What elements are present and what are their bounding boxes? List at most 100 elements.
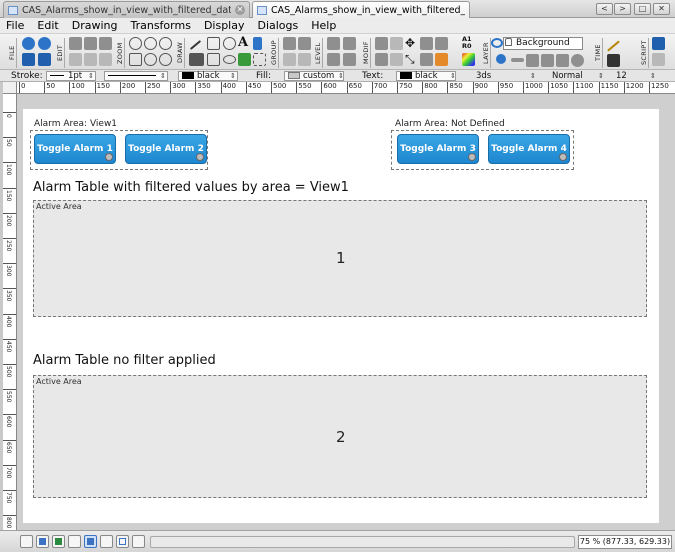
zoom-fit-icon[interactable] xyxy=(159,37,172,50)
mirror-icon[interactable] xyxy=(420,53,433,66)
layer-bottom-icon[interactable] xyxy=(556,54,569,67)
menu-drawing[interactable]: Drawing xyxy=(72,19,118,32)
alarm-table-1[interactable]: Active Area 1 xyxy=(33,200,647,317)
save-icon[interactable] xyxy=(22,53,35,66)
close-window-button[interactable]: ✕ xyxy=(653,3,670,15)
stepper-icon[interactable]: ⇕ xyxy=(230,71,236,81)
scroll-right-button[interactable]: > xyxy=(614,3,631,15)
ungroup-icon[interactable] xyxy=(298,37,311,50)
layer-select[interactable]: Background xyxy=(503,37,583,50)
trend-tool-icon[interactable] xyxy=(238,53,251,66)
angle-icon[interactable] xyxy=(100,535,113,548)
fill-color-select[interactable]: custom xyxy=(284,71,344,81)
stepper-icon[interactable]: ⇕ xyxy=(160,71,166,81)
grid-icon[interactable] xyxy=(68,535,81,548)
paste-icon[interactable] xyxy=(99,37,112,50)
tab-cas-alarms[interactable]: CAS_Alarms_show_in_view_with_filtered_da… xyxy=(3,1,250,18)
layer-remove-icon[interactable] xyxy=(511,58,524,62)
script-icon[interactable] xyxy=(652,37,665,50)
delete-icon[interactable] xyxy=(99,53,112,66)
zoom-area-icon[interactable] xyxy=(129,53,142,66)
font-size-select[interactable]: 12 xyxy=(612,71,644,81)
horizontal-scrollbar[interactable] xyxy=(150,536,575,548)
save-as-icon[interactable] xyxy=(38,53,51,66)
send-backward-icon[interactable] xyxy=(327,53,340,66)
enter-group-icon[interactable] xyxy=(283,53,296,66)
layer-add-icon[interactable] xyxy=(496,54,506,64)
maximize-button[interactable]: □ xyxy=(634,3,651,15)
ellipse-tool-icon[interactable] xyxy=(223,37,236,50)
stepper-icon[interactable]: ⇕ xyxy=(530,71,536,81)
palette-icon[interactable] xyxy=(462,53,475,66)
duplicate-icon[interactable] xyxy=(69,53,82,66)
undo-icon[interactable] xyxy=(22,37,35,50)
text-tool-icon[interactable]: A xyxy=(238,35,248,50)
effect-select[interactable]: 3ds xyxy=(472,71,532,81)
color-icon[interactable] xyxy=(435,53,448,66)
scale-icon[interactable]: ⤡ xyxy=(405,53,418,66)
clone-icon[interactable] xyxy=(84,53,97,66)
align-icon[interactable] xyxy=(375,37,388,50)
stepper-icon[interactable]: ⇕ xyxy=(598,71,604,81)
toggle-alarm-2-button[interactable]: Toggle Alarm 2 xyxy=(125,134,207,164)
zoom-in-icon[interactable] xyxy=(129,37,142,50)
layer-up-icon[interactable] xyxy=(526,54,539,67)
toggle-alarm-3-button[interactable]: Toggle Alarm 3 xyxy=(397,134,479,164)
image-tool-icon[interactable] xyxy=(253,37,262,50)
layer-settings-icon[interactable] xyxy=(571,54,584,67)
rectangle-tool-icon[interactable] xyxy=(207,37,220,50)
snap-icon[interactable] xyxy=(84,535,97,548)
flip-icon[interactable] xyxy=(420,37,433,50)
menu-dialogs[interactable]: Dialogs xyxy=(257,19,298,32)
zoom-selection-icon[interactable] xyxy=(159,53,172,66)
bring-forward-icon[interactable] xyxy=(343,37,356,50)
active-area-tool-icon[interactable] xyxy=(253,53,266,66)
toggle-alarm-4-button[interactable]: Toggle Alarm 4 xyxy=(488,134,570,164)
send-back-icon[interactable] xyxy=(343,53,356,66)
canvas-area[interactable]: Alarm Area: View1 Toggle Alarm 1 Toggle … xyxy=(17,94,675,530)
move-icon[interactable]: ✥ xyxy=(405,37,418,50)
distribute-icon[interactable] xyxy=(390,53,403,66)
stepper-icon[interactable]: ⇕ xyxy=(88,71,94,81)
lock-icon[interactable] xyxy=(505,38,512,46)
close-icon[interactable]: ✕ xyxy=(235,5,245,15)
stroke-color-select[interactable]: black xyxy=(178,71,238,81)
refresh-icon[interactable] xyxy=(132,535,145,548)
properties-icon[interactable] xyxy=(390,37,403,50)
menu-file[interactable]: File xyxy=(6,19,24,32)
guides-icon[interactable] xyxy=(116,535,129,548)
zoom-page-icon[interactable] xyxy=(144,53,157,66)
film-icon[interactable] xyxy=(607,54,620,67)
exit-group-icon[interactable] xyxy=(298,53,311,66)
rounded-rect-tool-icon[interactable] xyxy=(207,53,220,66)
pen-icon[interactable] xyxy=(607,40,620,52)
insert-mode-icon[interactable] xyxy=(36,535,49,548)
stepper-icon[interactable]: ⇕ xyxy=(650,71,656,81)
polyline-tool-icon[interactable] xyxy=(189,53,204,66)
copy-icon[interactable] xyxy=(84,37,97,50)
resize-icon[interactable] xyxy=(375,53,388,66)
scroll-left-button[interactable]: < xyxy=(596,3,613,15)
layer-down-icon[interactable] xyxy=(541,54,554,67)
a1r0-icon[interactable]: A1 R0 xyxy=(462,36,472,50)
drawing-page[interactable]: Alarm Area: View1 Toggle Alarm 1 Toggle … xyxy=(23,109,659,523)
preview-icon[interactable] xyxy=(52,535,65,548)
menu-display[interactable]: Display xyxy=(204,19,245,32)
menu-edit[interactable]: Edit xyxy=(37,19,58,32)
menu-help[interactable]: Help xyxy=(311,19,336,32)
rotate-icon[interactable] xyxy=(435,37,448,50)
text-color-select[interactable]: black xyxy=(396,71,456,81)
redo-icon[interactable] xyxy=(38,37,51,50)
stroke-style-select[interactable] xyxy=(104,71,168,81)
menu-transforms[interactable]: Transforms xyxy=(130,19,190,32)
line-tool-icon[interactable] xyxy=(189,40,202,50)
alarm-table-2[interactable]: Active Area 2 xyxy=(33,375,647,498)
tab-view1[interactable]: CAS_Alarms_show_in_view_with_filtered_da… xyxy=(252,1,470,18)
script-edit-icon[interactable] xyxy=(652,53,665,66)
bring-front-icon[interactable] xyxy=(327,37,340,50)
stepper-icon[interactable]: ⇕ xyxy=(450,71,456,81)
zoom-out-icon[interactable] xyxy=(144,37,157,50)
select-mode-icon[interactable] xyxy=(20,535,33,548)
font-style-select[interactable]: Normal xyxy=(548,71,598,81)
stepper-icon[interactable]: ⇕ xyxy=(338,71,344,81)
